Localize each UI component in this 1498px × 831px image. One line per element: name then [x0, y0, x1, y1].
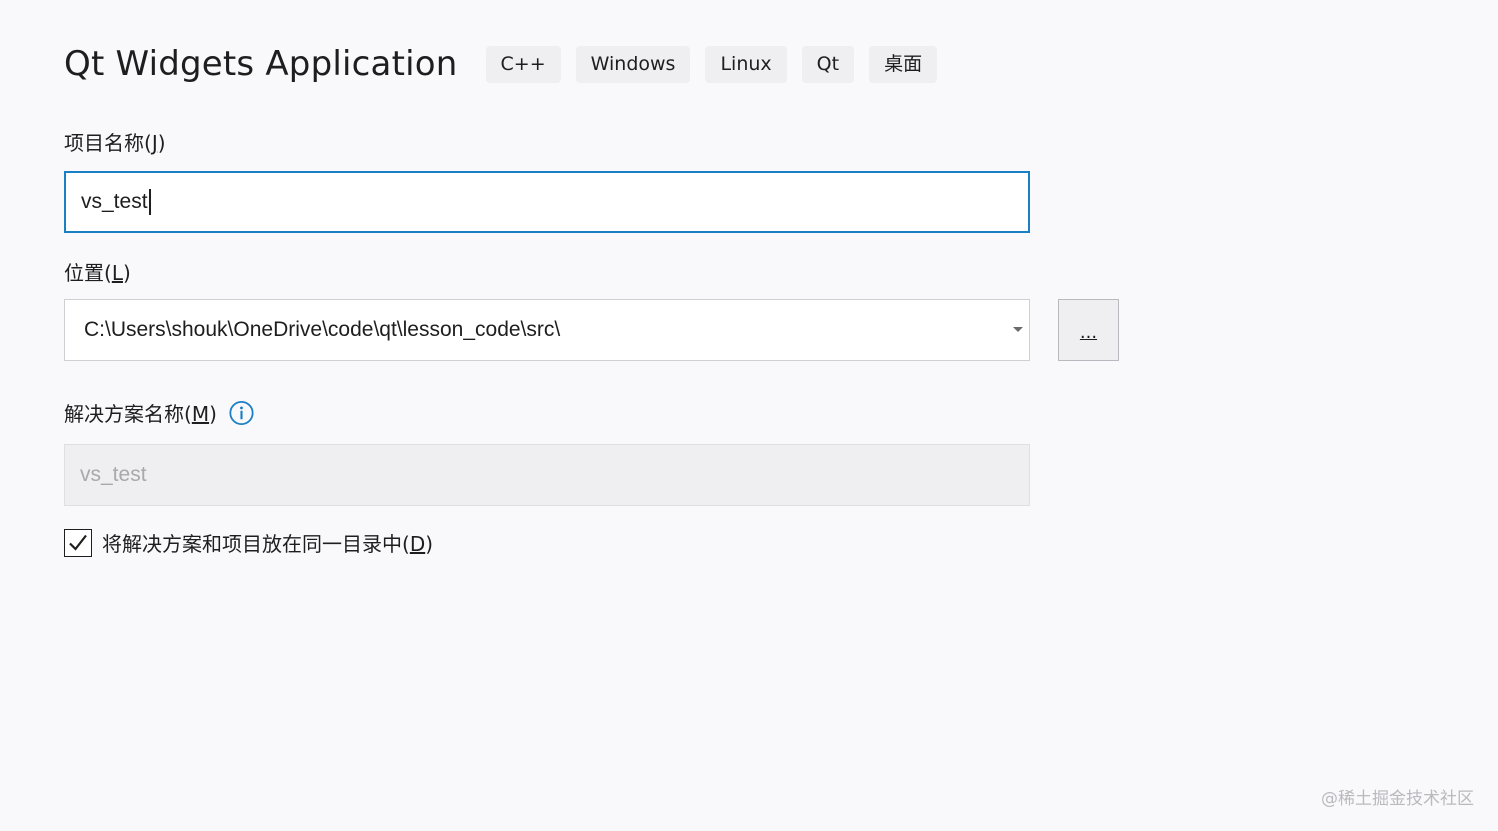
solution-name-value: vs_test [80, 463, 147, 486]
watermark: @稀土掘金技术社区 [1321, 789, 1474, 809]
project-name-label: 项目名称(J) [64, 131, 166, 155]
template-tags: C++ Windows Linux Qt 桌面 [485, 45, 938, 83]
tag-windows: Windows [575, 45, 691, 83]
solution-name-input: vs_test [64, 444, 1030, 506]
solution-name-label: 解决方案名称(M) [64, 398, 254, 427]
template-header: Qt Widgets Application C++ Windows Linux… [64, 44, 938, 84]
text-caret [148, 189, 151, 215]
project-name-value: vs_test [81, 190, 148, 213]
info-icon[interactable] [229, 400, 254, 425]
same-directory-checkbox[interactable] [64, 528, 92, 557]
location-label: 位置(L) [64, 261, 131, 285]
tag-desktop: 桌面 [869, 45, 938, 83]
tag-qt: Qt [801, 45, 855, 83]
tag-cpp: C++ [485, 45, 561, 83]
same-directory-option[interactable]: 将解决方案和项目放在同一目录中(D) [64, 528, 433, 557]
create-project-page: Qt Widgets Application C++ Windows Linux… [0, 0, 1498, 831]
checkmark-icon [69, 534, 87, 551]
same-directory-label[interactable]: 将解决方案和项目放在同一目录中(D) [102, 528, 433, 557]
location-combobox[interactable]: C:\Users\shouk\OneDrive\code\qt\lesson_c… [64, 299, 1030, 361]
browse-button-label: ... [1079, 321, 1098, 343]
template-title: Qt Widgets Application [64, 44, 458, 84]
browse-button[interactable]: ... [1058, 299, 1119, 361]
tag-linux: Linux [705, 45, 787, 83]
project-name-input[interactable]: vs_test [64, 171, 1030, 233]
chevron-down-icon[interactable] [1013, 327, 1023, 332]
location-value: C:\Users\shouk\OneDrive\code\qt\lesson_c… [84, 318, 561, 341]
